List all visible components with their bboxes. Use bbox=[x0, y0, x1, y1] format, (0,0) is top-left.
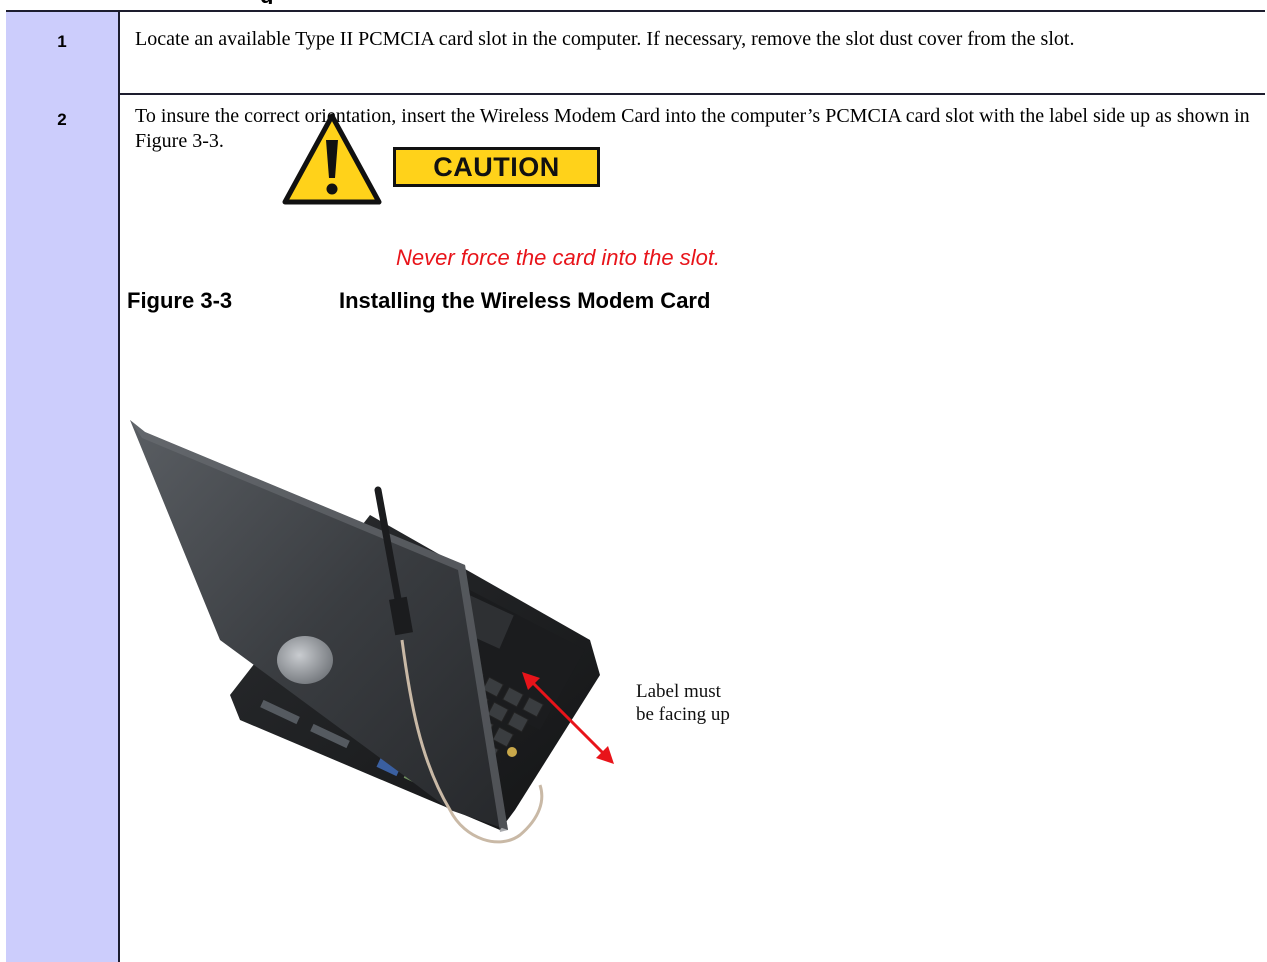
figure-title: Installing the Wireless Modem Card bbox=[339, 288, 711, 313]
callout-text: Label must be facing up bbox=[636, 680, 796, 726]
callout-line: be facing up bbox=[636, 704, 730, 725]
step-number-cell: 2 bbox=[6, 91, 120, 962]
callout-line: Label must bbox=[636, 681, 721, 702]
step-instruction: Locate an available Type II PCMCIA card … bbox=[135, 28, 1075, 50]
caution-note: Never force the card into the slot. bbox=[396, 245, 721, 270]
laptop-illustration bbox=[130, 420, 600, 844]
laptop-logo bbox=[277, 636, 333, 684]
caution-label: CAUTION bbox=[393, 147, 600, 187]
step-number: 1 bbox=[57, 32, 67, 51]
figure-caption: Figure 3-3 Installing the Wireless Modem … bbox=[127, 288, 710, 314]
double-arrow-icon bbox=[522, 672, 614, 764]
warning-triangle-icon bbox=[282, 113, 382, 205]
step-number: 2 bbox=[57, 110, 67, 129]
step-row: 1 Locate an available Type II PCMCIA car… bbox=[6, 10, 1265, 95]
caution-block: CAUTION bbox=[272, 112, 622, 217]
laptop-lid bbox=[130, 420, 508, 830]
step-number-cell: 1 bbox=[6, 12, 120, 93]
figure-number: Figure 3-3 bbox=[127, 288, 233, 313]
section-heading-fragment: g bbox=[260, 0, 320, 4]
section-heading-fragment-text: g bbox=[260, 0, 320, 4]
